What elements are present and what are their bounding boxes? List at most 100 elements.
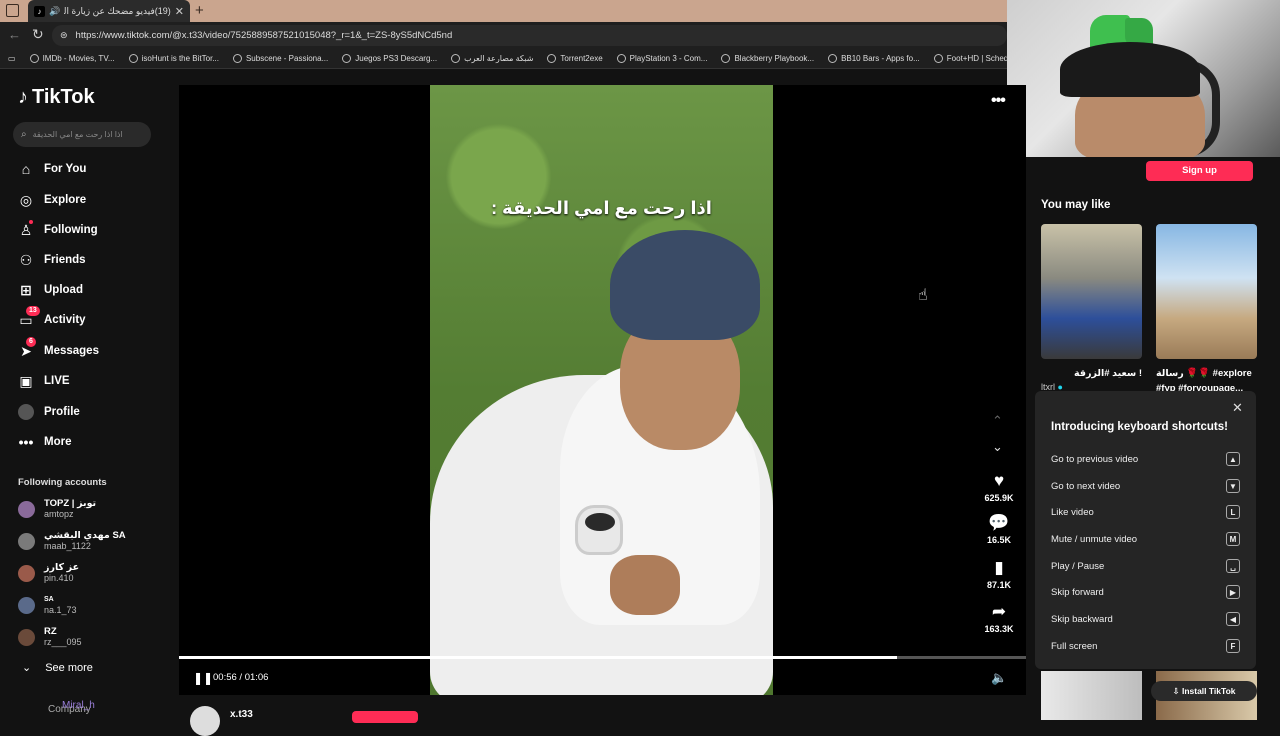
following-account[interactable]: مهدي البقشي SA maab_1122: [18, 530, 126, 552]
globe-icon: [547, 53, 557, 63]
share-count: 163.3K: [984, 624, 1014, 634]
you-may-like-title: You may like: [1041, 199, 1111, 211]
video-progress-fill: [179, 656, 898, 659]
key-m-icon: M: [1226, 532, 1240, 546]
bookmark-item[interactable]: Juegos PS3 Descarg...: [342, 53, 437, 63]
see-more-button[interactable]: ⌄ See more: [22, 661, 93, 675]
nav-explore[interactable]: ◎ Explore: [18, 192, 86, 208]
previous-video-icon[interactable]: ⌃: [992, 413, 1003, 429]
key-down-icon: ▼: [1226, 479, 1240, 493]
nav-profile[interactable]: Profile: [18, 404, 80, 420]
nav-activity[interactable]: ▭ 13 Activity: [18, 306, 86, 328]
more-options-icon[interactable]: •••: [991, 92, 1006, 110]
url-text: https://www.tiktok.com/@x.t33/video/7525…: [75, 30, 453, 41]
globe-icon: [342, 53, 352, 63]
nav-messages[interactable]: ➤ 6 Messages: [18, 337, 99, 359]
video-progress-bar[interactable]: [179, 656, 1026, 659]
bookmark-icon: ▮: [994, 558, 1004, 577]
author-avatar[interactable]: [190, 706, 220, 736]
globe-icon: [451, 53, 461, 63]
avatar: [18, 628, 35, 646]
key-l-icon: L: [1226, 505, 1240, 519]
recommended-thumbnail[interactable]: [1041, 224, 1142, 359]
bookmarks-bar: ▭ IMDb - Movies, TV... isoHunt is the Bi…: [0, 48, 1019, 69]
window-menu-icon[interactable]: [6, 4, 19, 17]
nav-friends[interactable]: ⚇ Friends: [18, 252, 86, 268]
reload-icon[interactable]: ↻: [32, 26, 44, 43]
video-timecode: 00:56 / 01:06: [213, 672, 269, 683]
following-account[interactable]: RZ rz___095: [18, 626, 82, 648]
bookmark-item[interactable]: IMDb - Movies, TV...: [29, 53, 115, 63]
recommended-thumbnail[interactable]: [1156, 224, 1257, 359]
avatar: [18, 596, 35, 614]
video-info-strip: [179, 697, 1026, 720]
shortcuts-title: Introducing keyboard shortcuts!: [1051, 421, 1228, 433]
signup-button[interactable]: Sign up: [1146, 161, 1253, 181]
following-accounts-title: Following accounts: [18, 477, 107, 488]
chevron-down-icon: ⌄: [22, 662, 32, 674]
home-icon: ⌂: [21, 161, 31, 177]
nav-for-you[interactable]: ⌂ For You: [18, 161, 87, 177]
tiktok-logo[interactable]: ♪ TikTok: [18, 86, 95, 109]
download-icon: ⇩: [1172, 686, 1180, 696]
nav-live[interactable]: ▣ LIVE: [18, 372, 69, 389]
avatar: [18, 500, 35, 518]
bookmark-favicon-icon: [232, 53, 242, 63]
follow-button[interactable]: [352, 711, 418, 723]
bookmark-item[interactable]: شبكة مصارعة العرب: [451, 53, 533, 63]
close-icon[interactable]: ✕: [1232, 400, 1243, 416]
bookmark-item[interactable]: Torrent2exe: [547, 53, 603, 63]
browser-tab[interactable]: ♪ 🔊 (19)فيديو مضحك عن زيارة الحـ ✕: [28, 0, 190, 22]
shortcut-row: Go to previous video ▲: [1051, 452, 1240, 466]
following-account[interactable]: SA na.1_73: [18, 594, 77, 616]
video-frame[interactable]: [430, 85, 773, 695]
save-button[interactable]: ▮ 87.1K: [980, 558, 1018, 590]
back-icon[interactable]: ←: [8, 27, 21, 42]
shortcut-row: Go to next video ▼: [1051, 479, 1240, 493]
bookmark-item[interactable]: Subscene - Passiona...: [232, 53, 328, 63]
bookmark-item[interactable]: PlayStation 3 - Com...: [616, 53, 707, 63]
bookmark-item[interactable]: Blackberry Playbook...: [721, 53, 814, 63]
install-tiktok-button[interactable]: ⇩ Install TikTok: [1151, 681, 1257, 701]
recommended-thumbnail[interactable]: [1041, 671, 1142, 720]
share-icon: ➦: [991, 602, 1007, 621]
live-icon: ▣: [19, 372, 33, 389]
video-cap: [610, 230, 760, 340]
globe-icon: [933, 53, 943, 63]
bookmark-menu-icon[interactable]: ▭: [8, 54, 16, 63]
video-caption: اذا رحت مع امي الحديقة :: [491, 198, 712, 218]
site-info-icon[interactable]: ⊜: [60, 30, 68, 41]
activity-badge: 13: [26, 306, 40, 316]
bookmark-item[interactable]: BB10 Bars - Apps fo...: [828, 53, 920, 63]
search-placeholder: اذا اذا رحت مع امي الحديقة: [32, 130, 123, 139]
like-button[interactable]: ♥ 625.9K: [980, 471, 1018, 503]
activity-icon: ▭ 13: [18, 306, 40, 328]
avatar: [18, 532, 35, 550]
share-button[interactable]: ➦ 163.3K: [980, 602, 1018, 634]
nav-more[interactable]: ••• More: [18, 434, 72, 450]
heart-icon: ♥: [993, 471, 1005, 490]
new-tab-button[interactable]: +: [195, 2, 204, 19]
shortcut-row: Skip forward ▶: [1051, 585, 1240, 599]
speaker-icon[interactable]: 🔊: [49, 6, 60, 17]
nav-upload[interactable]: ⊞ Upload: [18, 282, 83, 298]
comment-button[interactable]: 💬 16.5K: [980, 513, 1018, 545]
bookmark-item[interactable]: isoHunt is the BitTor...: [128, 53, 219, 63]
following-icon: ♙: [19, 220, 33, 238]
next-video-icon[interactable]: ⌄: [992, 439, 1003, 455]
stream-watermark: Miral_h: [62, 700, 95, 711]
friends-icon: ⚇: [19, 251, 33, 268]
nav-following[interactable]: ♙ Following: [18, 220, 98, 238]
key-f-icon: F: [1226, 639, 1240, 653]
following-account[interactable]: TOPZ | توبز amtopz: [18, 498, 96, 520]
url-field[interactable]: ⊜ https://www.tiktok.com/@x.t33/video/75…: [52, 25, 1007, 46]
close-tab-icon[interactable]: ✕: [175, 5, 184, 18]
profile-icon: [18, 404, 34, 420]
author-name[interactable]: x.t33: [230, 709, 253, 720]
volume-icon[interactable]: 🔈: [991, 670, 1007, 686]
pause-icon[interactable]: ❚❚: [193, 671, 213, 685]
recommended-caption[interactable]: ! سعيد #الزرقة: [1041, 366, 1142, 381]
following-account[interactable]: عز كارز pin.410: [18, 562, 79, 584]
shortcut-row: Skip backward ◀: [1051, 612, 1240, 626]
search-input[interactable]: ⌕ اذا اذا رحت مع امي الحديقة: [13, 122, 151, 147]
